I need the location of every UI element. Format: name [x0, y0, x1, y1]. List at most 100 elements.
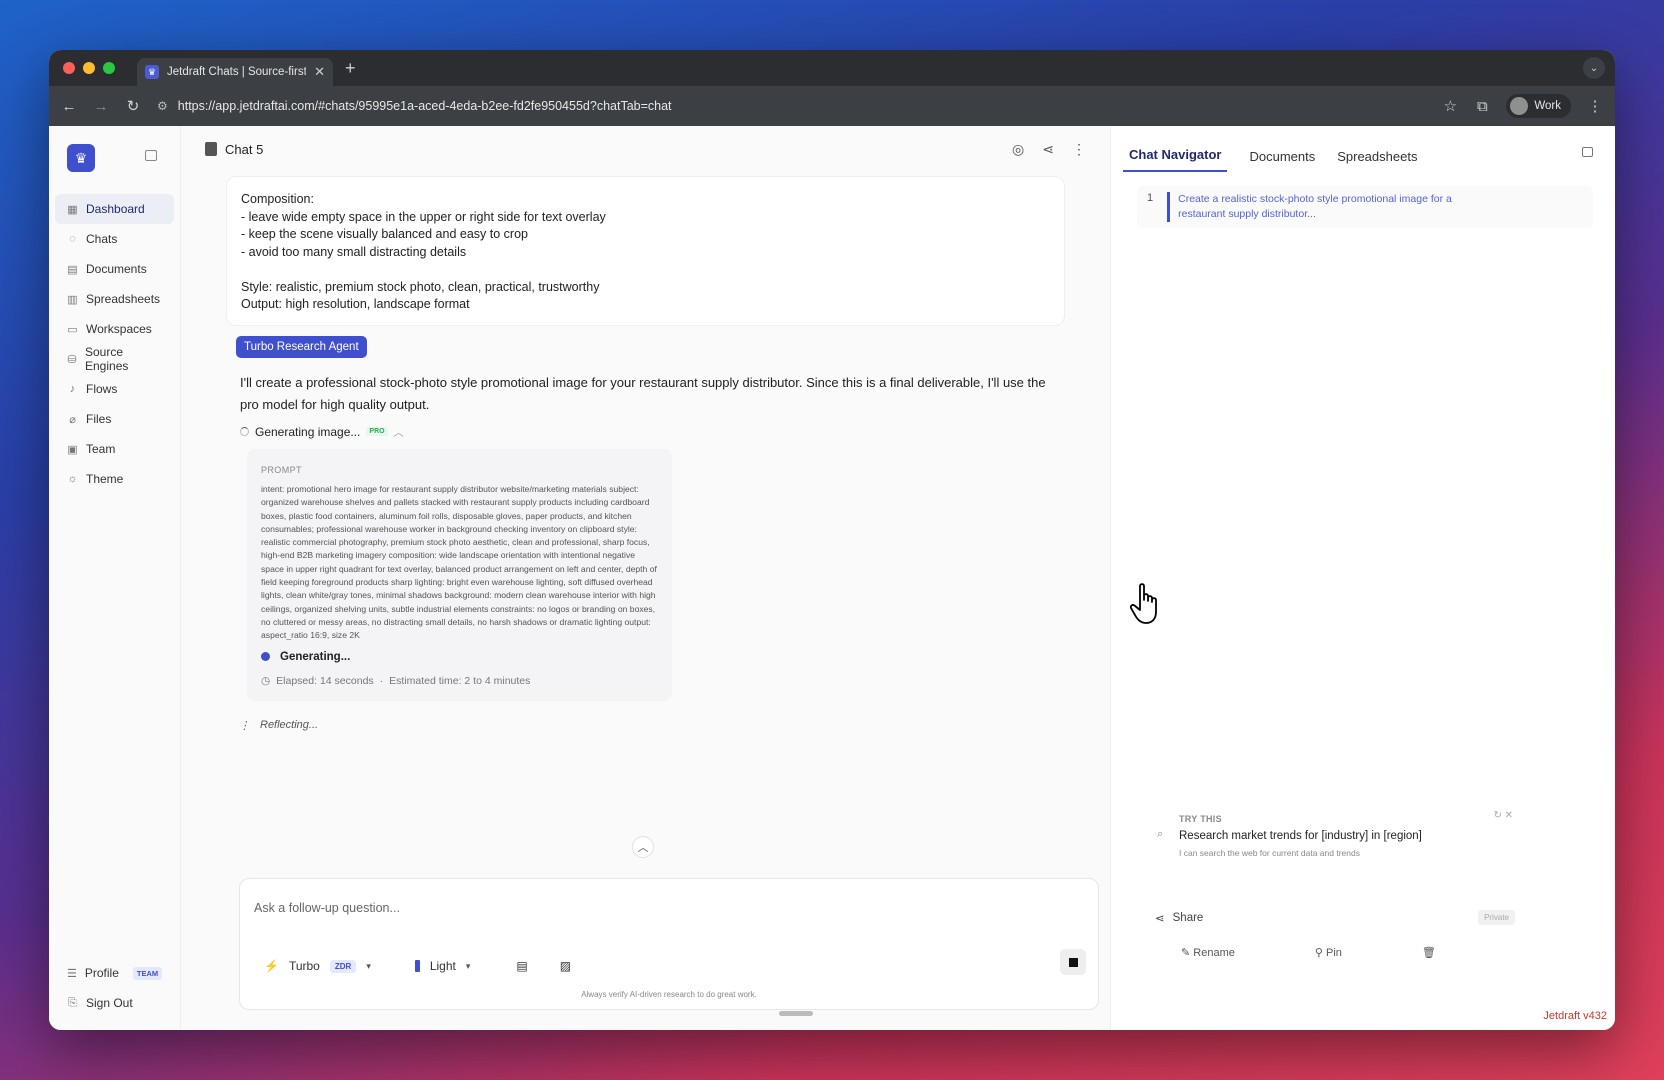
pencil-icon: ✎: [1181, 947, 1191, 959]
chat-actions: ✎ Rename ⚲ Pin 🗑: [1181, 946, 1436, 959]
share-label: Share: [1172, 911, 1204, 924]
minimize-window-button[interactable]: [83, 62, 95, 74]
sidebar-item-label: Spreadsheets: [86, 292, 161, 306]
navigator-entry[interactable]: 1 Create a realistic stock-photo style p…: [1137, 186, 1593, 228]
panel-collapse-icon[interactable]: [1582, 147, 1593, 157]
sidebar-item-label: Sign Out: [86, 996, 133, 1010]
drag-handle[interactable]: [779, 1011, 813, 1016]
mode-dropdown-icon[interactable]: ▾: [366, 961, 371, 972]
try-this-card[interactable]: ⌕ ↻ ✕ TRY THIS Research market trends fo…: [1147, 810, 1517, 858]
right-panel-tabs: Chat Navigator Documents Spreadsheets: [1111, 126, 1615, 172]
hand-cursor-icon: [1130, 583, 1157, 624]
user-message-line: - leave wide empty space in the upper or…: [241, 209, 606, 224]
agent-response-text: I'll create a professional stock-photo s…: [240, 375, 1046, 412]
user-message-line: Output: high resolution, landscape forma…: [241, 297, 470, 311]
elapsed-row: ◷ Elapsed: 14 seconds · Estimated time: …: [261, 675, 660, 687]
elapsed-label: Elapsed: 14 seconds: [276, 674, 374, 687]
zdr-badge: ZDR: [329, 959, 357, 973]
sidebar-item-profile[interactable]: ☰ Profile TEAM: [49, 958, 180, 988]
sidebar-item-signout[interactable]: ⎘ Sign Out: [49, 988, 180, 1018]
generating-image-label: Generating image...: [255, 424, 361, 439]
tab-search-icon[interactable]: ⌄: [1583, 57, 1605, 79]
user-message: Composition: - leave wide empty space in…: [226, 176, 1065, 326]
sidebar-item-documents[interactable]: ▤ Documents: [49, 254, 180, 284]
mode-label[interactable]: Turbo: [289, 959, 320, 973]
document-attach-icon[interactable]: ▤: [516, 959, 527, 973]
sidebar-item-workspaces[interactable]: ▭ Workspaces: [49, 314, 180, 344]
bulb-icon[interactable]: ◎: [1012, 141, 1024, 158]
close-window-button[interactable]: [63, 62, 75, 74]
url-field[interactable]: ⚙ https://app.jetdraftai.com/#chats/9599…: [157, 99, 1426, 113]
chat-main: Chat 5 ◎ ⋖ ⋮ Composition: - leave wide e…: [181, 126, 1111, 1030]
maximize-window-button[interactable]: [103, 62, 115, 74]
document-icon: ▤: [67, 263, 78, 276]
dots-icon: ⋮: [239, 719, 250, 732]
prompt-body: intent: promotional hero image for resta…: [261, 484, 657, 641]
sidebar-item-theme[interactable]: ☼ Theme: [49, 464, 180, 494]
navigator-entry-text: Create a realistic stock-photo style pro…: [1167, 192, 1487, 222]
generating-image-row[interactable]: Generating image... PRO ︿: [240, 424, 1110, 439]
pro-badge: PRO: [366, 427, 388, 436]
navigator-entry-number: 1: [1147, 192, 1154, 204]
pin-button[interactable]: ⚲ Pin: [1315, 946, 1342, 959]
jetdraft-logo-icon[interactable]: ♛: [67, 144, 95, 172]
flow-icon: ♪: [69, 383, 76, 395]
team-icon: ▣: [67, 443, 78, 456]
search-icon: ⌕: [1157, 828, 1164, 840]
share-row[interactable]: ⋖ Share Private: [1155, 910, 1515, 925]
more-options-icon[interactable]: ⋮: [1072, 141, 1086, 158]
new-tab-icon[interactable]: +: [345, 58, 356, 79]
sidebar-item-flows[interactable]: ♪ Flows: [49, 374, 180, 404]
user-message-line: Composition:: [241, 192, 314, 206]
spreadsheet-icon: ▥: [67, 293, 78, 306]
chat-title: Chat 5: [225, 141, 264, 157]
grid-icon: ▦: [67, 203, 78, 216]
reload-icon[interactable]: ↻: [125, 97, 141, 115]
browser-menu-icon[interactable]: ⋮: [1587, 97, 1603, 115]
sidebar-item-chats[interactable]: ◌ Chats: [49, 224, 180, 254]
forward-icon[interactable]: →: [93, 98, 109, 115]
browser-tabbar: ♛ Jetdraft Chats | Source-first ✕ + ⌄: [49, 50, 1615, 86]
trash-icon[interactable]: 🗑: [1422, 946, 1436, 959]
sidebar-item-dashboard[interactable]: ▦ Dashboard: [55, 194, 174, 224]
paperclip-icon: ⌀: [69, 413, 76, 426]
tab-documents[interactable]: Documents: [1249, 149, 1315, 172]
private-badge: Private: [1478, 910, 1515, 925]
close-icon[interactable]: ↻ ✕: [1493, 810, 1513, 821]
sidebar-collapse-icon[interactable]: [145, 150, 157, 161]
stop-icon: [1068, 957, 1078, 967]
chat-header-actions: ◎ ⋖ ⋮: [1012, 141, 1086, 158]
bookmark-star-icon[interactable]: ☆: [1442, 97, 1458, 115]
sidebar-item-team[interactable]: ▣ Team: [49, 434, 180, 464]
sidebar-nav: ▦ Dashboard ◌ Chats ▤ Documents ▥ Spread…: [49, 194, 180, 494]
agent-tag: Turbo Research Agent: [236, 336, 367, 358]
tab-chat-navigator[interactable]: Chat Navigator: [1123, 147, 1228, 172]
image-attach-icon[interactable]: ▨: [560, 959, 571, 973]
site-settings-icon[interactable]: ⚙: [157, 99, 168, 113]
followup-input[interactable]: [254, 901, 1074, 915]
generating-status: Generating...: [261, 651, 660, 663]
address-bar: ← → ↻ ⚙ https://app.jetdraftai.com/#chat…: [49, 86, 1615, 126]
rename-button[interactable]: ✎ Rename: [1181, 946, 1235, 959]
theme-dropdown-icon[interactable]: ▾: [466, 961, 471, 972]
theme-label[interactable]: Light: [430, 959, 456, 973]
sidebar-item-spreadsheets[interactable]: ▥ Spreadsheets: [49, 284, 180, 314]
version-label: Jetdraft v432: [1543, 1010, 1607, 1022]
back-icon[interactable]: ←: [61, 98, 77, 115]
browser-tab[interactable]: ♛ Jetdraft Chats | Source-first ✕: [137, 58, 333, 86]
sidebar-item-source-engines[interactable]: ⛁ Source Engines: [49, 344, 180, 374]
sidebar-item-files[interactable]: ⌀ Files: [49, 404, 180, 434]
estimated-label: Estimated time: 2 to 4 minutes: [389, 674, 531, 687]
tab-close-icon[interactable]: ✕: [314, 64, 325, 80]
sidebar-item-label: Documents: [86, 262, 147, 276]
sidebar-item-label: Flows: [86, 382, 118, 396]
tab-spreadsheets[interactable]: Spreadsheets: [1337, 149, 1417, 172]
extensions-icon[interactable]: ⧉: [1474, 98, 1490, 115]
chevron-up-icon[interactable]: ︿: [394, 424, 404, 439]
profile-chip[interactable]: Work: [1506, 94, 1571, 118]
scroll-up-button[interactable]: ︿: [632, 836, 654, 858]
profile-chip-label: Work: [1534, 100, 1561, 112]
share-icon[interactable]: ⋖: [1042, 141, 1054, 158]
rename-label: Rename: [1193, 947, 1235, 959]
stop-button[interactable]: [1060, 949, 1086, 975]
